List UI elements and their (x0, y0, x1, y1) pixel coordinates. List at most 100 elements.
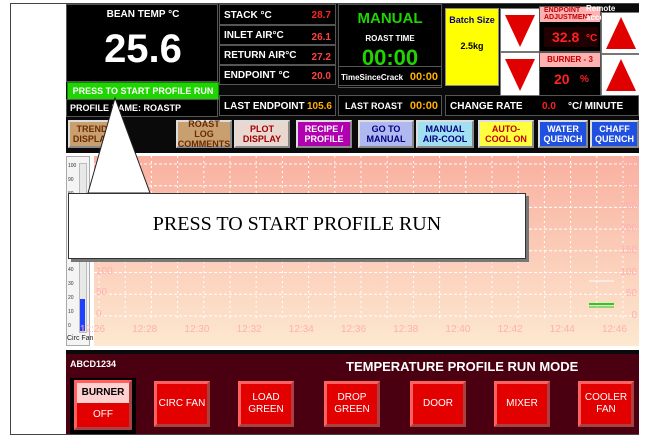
change-rate-row: CHANGE RATE 0.0 °C/ MINUTE (445, 95, 639, 116)
burner-up-button[interactable] (601, 54, 639, 96)
x-tick: 12:42 (497, 324, 523, 335)
y-tick-left: 100 (96, 266, 113, 277)
since-crack-value: 00:00 (409, 71, 438, 83)
id-label: ABCD1234 (70, 359, 117, 369)
return-value: 27.2 (311, 52, 331, 63)
inlet-value: 26.1 (311, 32, 331, 43)
x-tick: 12:34 (288, 324, 314, 335)
bean-temp-label: BEAN TEMP °C (106, 9, 180, 20)
x-tick: 12:44 (549, 324, 575, 335)
x-tick: 12:26 (80, 324, 106, 335)
y-tick-left: 50 (96, 287, 108, 298)
y-tick-right: 0 (631, 309, 637, 321)
x-tick: 12:38 (393, 324, 419, 335)
y-tick-left: 300 (96, 179, 113, 190)
y-tick-right: 250 (620, 201, 637, 213)
nav-button-6[interactable]: AUTO-COOL ON (478, 120, 534, 148)
gauge-tick: 90 (68, 177, 74, 183)
mixer-button[interactable]: MIXER (494, 381, 550, 427)
cooler-fan-button[interactable]: COOLER FAN (578, 381, 634, 427)
inlet-row: INLET AIR°C 26.1 (219, 25, 336, 45)
burner-label: BURNER - 3 (540, 53, 600, 67)
y-tick-right: 50 (625, 288, 637, 300)
load-green-button[interactable]: LOAD GREEN (238, 381, 294, 427)
mode-title: TEMPERATURE PROFILE RUN MODE (346, 359, 579, 374)
profile-name: PROFILE NAME: ROASTP (70, 103, 182, 113)
gauge-tick: 20 (68, 295, 74, 301)
endpoint-adjust-unit: °C (586, 33, 598, 44)
last-roast-row: LAST ROAST 00:00 (338, 95, 442, 116)
batch-size-panel: Batch Size 2.5kg (445, 8, 499, 86)
nav-button-3[interactable]: RECIPE / PROFILE (296, 120, 352, 148)
since-crack-row: TimeSinceCrack 00:00 (338, 66, 442, 86)
endpoint-label: ENDPOINT °C (224, 70, 290, 81)
last-roast-value: 00:00 (409, 100, 438, 112)
roast-time-label: ROAST TIME (365, 34, 415, 43)
x-tick: 12:46 (602, 324, 628, 335)
endpoint-adjust-value: 32.8 (552, 29, 580, 45)
inlet-label: INLET AIR°C (224, 30, 284, 41)
callout-text: PRESS TO START PROFILE RUN (152, 213, 442, 235)
profile-name-box: PROFILE NAME: ROASTP (66, 99, 218, 117)
burner-button-top: BURNER (77, 383, 129, 403)
y-tick-right: 300 (620, 179, 637, 191)
stack-row: STACK °C 28.7 (219, 4, 336, 25)
burner-down-button[interactable] (500, 52, 540, 96)
circ-fan-button[interactable]: CIRC FAN (154, 381, 210, 427)
endpoint-down-button[interactable] (500, 8, 540, 52)
endpoint-adjust-display: 32.8 °C (544, 27, 598, 47)
nav-button-7[interactable]: WATER QUENCH (538, 120, 588, 148)
y-tick-left: 350 (96, 158, 113, 169)
bean-temp-value: 25.6 (104, 27, 182, 71)
nav-button-5[interactable]: MANUAL AIR-COOL (416, 120, 474, 148)
since-crack-label: TimeSinceCrack (341, 73, 404, 82)
gauge-tick: 0 (68, 323, 71, 329)
x-tick: 12:32 (236, 324, 262, 335)
batch-size-label: Batch Size (449, 15, 495, 25)
y-tick-left: 0 (96, 309, 102, 320)
endpoint-value: 20.0 (311, 71, 331, 82)
y-tick-right: 150 (620, 244, 637, 256)
y-tick-right: 350 (620, 158, 637, 169)
burner-button-bottom: OFF (93, 409, 113, 420)
arrow-down-icon (505, 59, 535, 91)
burner-panel: BURNER - 3 20 % (539, 52, 601, 96)
x-tick: 12:28 (132, 324, 158, 335)
bottom-panel: ABCD1234 TEMPERATURE PROFILE RUN MODE BU… (66, 354, 639, 434)
gauge-tick: 40 (68, 267, 74, 273)
change-rate-value: 0.0 (542, 101, 556, 112)
nav-button-8[interactable]: CHAFF QUENCH (590, 120, 639, 148)
nav-button-1[interactable]: ROAST LOG COMMENTS (176, 119, 232, 149)
mode-label: MANUAL (357, 10, 423, 27)
drop-green-button[interactable]: DROP GREEN (324, 381, 380, 427)
nav-button-4[interactable]: GO TO MANUAL (358, 120, 414, 148)
nav-button-2[interactable]: PLOT DISPLAY (234, 120, 290, 148)
endpoint-up-button[interactable] (601, 12, 639, 54)
change-rate-unit: °C/ MINUTE (568, 101, 624, 112)
return-row: RETURN AIR°C 27.2 (219, 45, 336, 65)
gauge-tick: 100 (68, 163, 77, 169)
x-tick: 12:40 (445, 324, 471, 335)
gauge-tick: 30 (68, 281, 74, 287)
nav-button-0[interactable]: TREND DISPLAY (68, 120, 116, 148)
gauge-tick: 10 (68, 309, 74, 315)
burner-unit: % (580, 74, 589, 85)
batch-size-value: 2.5kg (460, 41, 484, 51)
last-endpoint-value: 105.6 (306, 101, 332, 112)
last-roast-label: LAST ROAST (345, 101, 403, 111)
stack-label: STACK °C (224, 10, 272, 21)
stack-value: 28.7 (311, 10, 331, 21)
gauge-label: Circ Fan (67, 335, 94, 342)
endpoint-row: ENDPOINT °C 20.0 (219, 65, 336, 85)
bean-temp-panel: BEAN TEMP °C 25.6 (66, 4, 218, 82)
door-button[interactable]: DOOR (410, 381, 466, 427)
y-tick-right: 100 (620, 266, 637, 278)
arrow-down-icon (505, 15, 535, 47)
start-profile-button[interactable]: PRESS TO START PROFILE RUN (67, 82, 219, 100)
return-label: RETURN AIR°C (224, 50, 297, 61)
arrow-up-icon (606, 59, 636, 91)
x-tick: 12:30 (184, 324, 210, 335)
burner-button[interactable]: BURNER OFF (74, 380, 132, 430)
burner-value: 20 (554, 71, 570, 87)
y-tick-right: 200 (620, 223, 637, 235)
